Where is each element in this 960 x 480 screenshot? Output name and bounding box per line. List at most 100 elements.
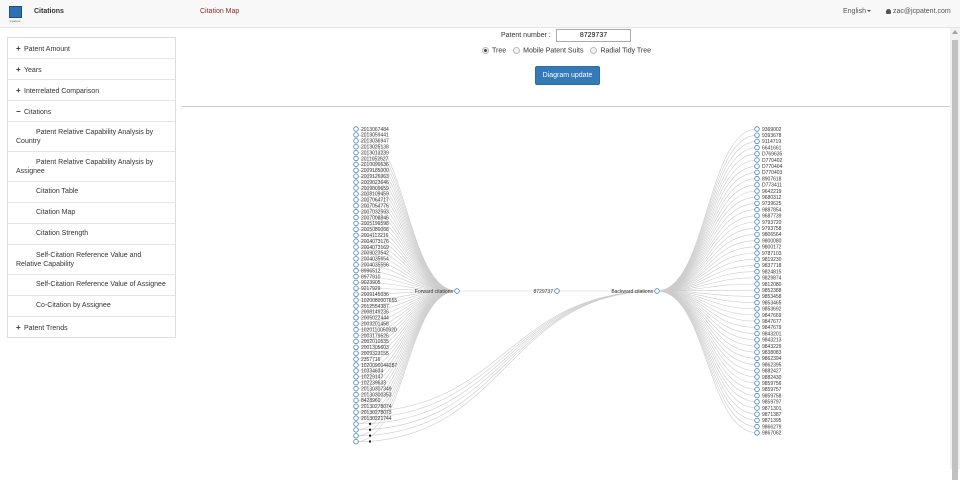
tree-node[interactable] — [754, 324, 760, 331]
tree-node[interactable] — [754, 144, 760, 151]
tree-node[interactable] — [754, 244, 760, 250]
tree-node[interactable] — [353, 433, 359, 439]
tree-node[interactable] — [754, 337, 760, 343]
tree-node[interactable] — [754, 430, 760, 436]
tree-node[interactable] — [754, 399, 760, 405]
tree-node[interactable] — [754, 256, 760, 262]
tree-node[interactable] — [754, 231, 760, 238]
tree-node[interactable] — [353, 427, 359, 433]
tree-node[interactable] — [353, 409, 359, 415]
tree-node[interactable] — [754, 175, 760, 182]
tree-node[interactable] — [353, 273, 359, 280]
tree-node[interactable] — [754, 330, 760, 337]
tree-node[interactable] — [353, 126, 359, 132]
tree-node[interactable] — [353, 303, 359, 309]
tree-node[interactable] — [554, 288, 560, 294]
tree-node[interactable] — [353, 208, 359, 215]
tree-node[interactable] — [353, 321, 359, 327]
tree-node[interactable] — [754, 126, 760, 132]
tree-node[interactable] — [353, 244, 359, 250]
tree-node[interactable] — [353, 350, 359, 356]
tree-node[interactable] — [754, 368, 760, 374]
tree-node[interactable] — [353, 155, 359, 162]
tree-node[interactable] — [353, 326, 359, 333]
tree-node[interactable] — [754, 188, 760, 194]
tree-node[interactable] — [754, 293, 760, 300]
tree-node[interactable] — [754, 281, 760, 287]
tree-node[interactable] — [353, 143, 359, 150]
scroll-up-icon[interactable] — [952, 30, 958, 34]
tree-node[interactable] — [754, 138, 760, 145]
tree-node[interactable] — [353, 226, 359, 232]
tree-node[interactable] — [754, 299, 760, 306]
tree-node[interactable] — [754, 182, 760, 188]
tree-node[interactable] — [754, 225, 760, 231]
tree-node[interactable] — [353, 232, 359, 238]
tree-node[interactable] — [353, 315, 359, 321]
tree-node[interactable] — [754, 219, 760, 225]
tree-node[interactable] — [754, 392, 760, 399]
tree-node[interactable] — [454, 288, 460, 294]
tree-node[interactable] — [754, 380, 760, 386]
tree-node[interactable] — [353, 362, 359, 368]
tree-node[interactable] — [754, 268, 760, 275]
tree-node[interactable] — [353, 356, 359, 362]
tree-node[interactable] — [353, 297, 359, 303]
tree-node[interactable] — [353, 238, 359, 244]
tree-node[interactable] — [353, 279, 359, 286]
scroll-thumb[interactable] — [952, 40, 958, 480]
tree-node[interactable] — [353, 220, 359, 227]
tree-node[interactable] — [754, 213, 760, 219]
tree-node[interactable] — [353, 368, 359, 374]
tree-node[interactable] — [754, 250, 760, 256]
tree-node[interactable] — [754, 343, 760, 349]
tree-node[interactable] — [353, 415, 359, 421]
tree-node[interactable] — [654, 288, 660, 294]
tree-node[interactable] — [754, 275, 760, 281]
tree-node[interactable] — [754, 417, 760, 424]
tree-node[interactable] — [754, 287, 760, 293]
tree-node[interactable] — [353, 132, 359, 138]
tree-node[interactable] — [754, 262, 760, 269]
tree-node[interactable] — [353, 391, 359, 398]
tree-node[interactable] — [353, 197, 359, 203]
tree-node[interactable] — [754, 157, 760, 163]
page-scrollbar[interactable] — [950, 28, 960, 480]
tree-node[interactable] — [754, 355, 760, 362]
tree-node[interactable] — [353, 191, 359, 197]
tree-node[interactable] — [754, 361, 760, 368]
tree-node[interactable] — [754, 206, 760, 213]
tree-node[interactable] — [754, 132, 760, 138]
tree-node[interactable] — [353, 309, 359, 315]
tree-node[interactable] — [754, 411, 760, 417]
tree-node[interactable] — [353, 285, 359, 291]
tree-node[interactable] — [754, 405, 760, 411]
tree-node[interactable] — [353, 385, 359, 392]
tree-node[interactable] — [754, 169, 760, 176]
tree-node[interactable] — [754, 194, 760, 200]
tree-node[interactable] — [754, 163, 760, 169]
tree-node[interactable] — [353, 291, 359, 297]
tree-node[interactable] — [754, 200, 760, 207]
tree-node[interactable] — [353, 179, 359, 185]
tree-node[interactable] — [754, 237, 760, 244]
tree-node[interactable] — [353, 421, 359, 427]
tree-node[interactable] — [353, 403, 359, 409]
tree-node[interactable] — [754, 423, 760, 430]
tree-node[interactable] — [353, 344, 359, 350]
tree-node[interactable] — [353, 214, 359, 221]
tree-node[interactable] — [353, 262, 359, 268]
tree-node[interactable] — [353, 256, 359, 262]
tree-node[interactable] — [754, 151, 760, 157]
tree-node[interactable] — [353, 167, 359, 173]
tree-node[interactable] — [353, 149, 359, 156]
tree-node[interactable] — [353, 397, 359, 404]
tree-node[interactable] — [754, 349, 760, 355]
tree-node[interactable] — [353, 202, 359, 209]
tree-node[interactable] — [353, 250, 359, 256]
tree-node[interactable] — [353, 380, 359, 386]
tree-node[interactable] — [353, 161, 359, 168]
tree-node[interactable] — [754, 374, 760, 380]
tree-node[interactable] — [754, 318, 760, 324]
tree-node[interactable] — [353, 173, 359, 179]
